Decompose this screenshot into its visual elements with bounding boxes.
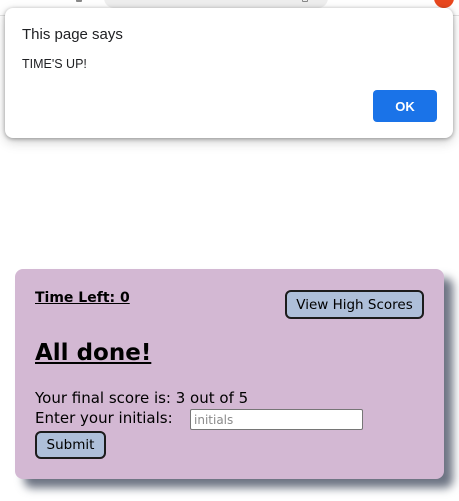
submit-button[interactable]: Submit [35,431,106,459]
browser-bookmark-icon[interactable] [302,0,308,2]
initials-input[interactable] [190,409,363,430]
time-left-label: Time Left: 0 [35,290,130,306]
browser-profile-icon[interactable] [434,0,454,8]
page-title: All done! [35,340,152,366]
dialog-title: This page says [22,26,123,43]
browser-toolbar-icon[interactable] [76,0,82,2]
alert-dialog: This page says TIME'S UP! OK [5,8,453,138]
address-bar[interactable] [104,0,328,8]
ok-button[interactable]: OK [373,90,437,122]
dialog-message: TIME'S UP! [22,57,87,71]
initials-label: Enter your initials: [35,409,173,427]
view-high-scores-button[interactable]: View High Scores [285,290,424,319]
quiz-card: Time Left: 0 View High Scores All done! … [15,269,444,479]
final-score-text: Your final score is: 3 out of 5 [35,389,249,407]
